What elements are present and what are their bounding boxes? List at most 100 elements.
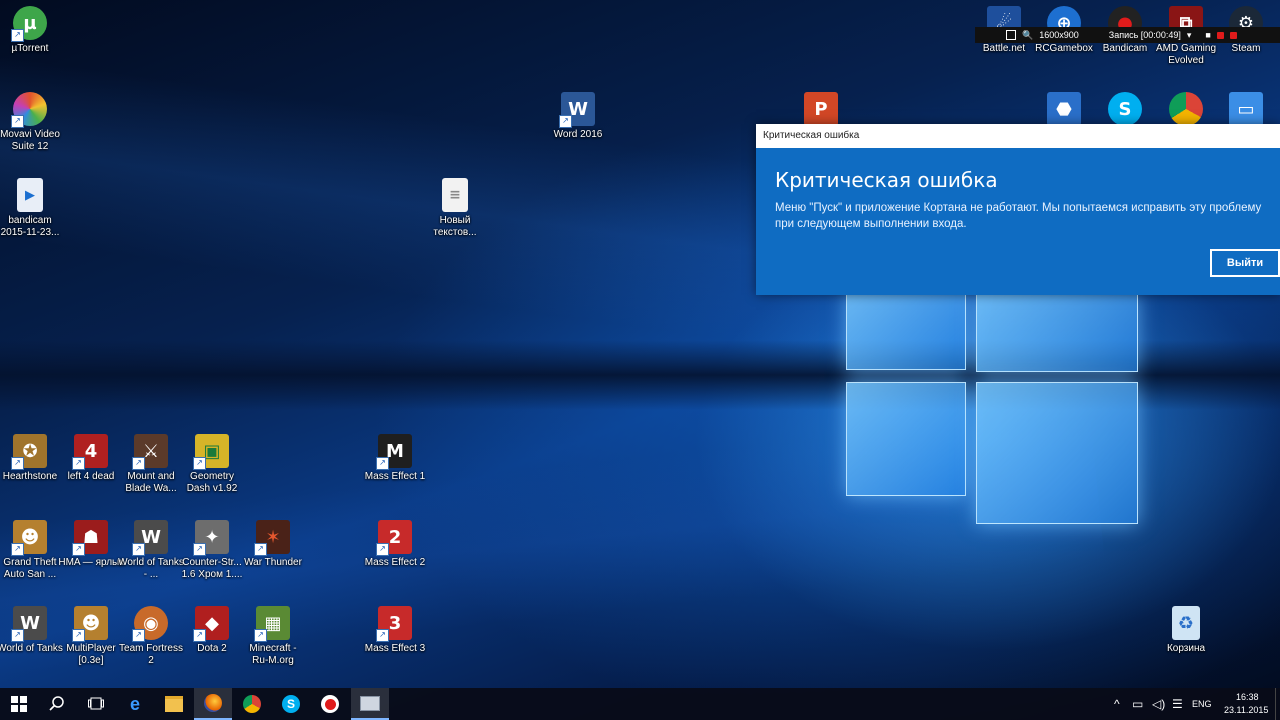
- taskbar: e S ^ ▭ ◁) ☰ ENG 16:38 23.11.2015: [0, 688, 1280, 720]
- icon-label: MultiPlayer [0.3e]: [66, 643, 116, 666]
- recording-resolution: 1600x900: [1039, 30, 1079, 40]
- recording-status: Запись [00:00:49]: [1108, 30, 1181, 40]
- icon-label: World of Tanks - ...: [118, 557, 184, 580]
- icon-label: Bandicam: [1102, 43, 1148, 54]
- icon-label: Minecraft - Ru-M.org: [249, 643, 297, 666]
- desktop-icon-mass-effect-3[interactable]: 3 ↗ Mass Effect 3: [362, 606, 428, 655]
- icon-label: Mass Effect 2: [364, 557, 426, 568]
- mass-effect-2-icon: 2 ↗: [376, 520, 412, 556]
- taskbar-skype[interactable]: S: [272, 688, 310, 720]
- windows-logo: [843, 290, 1139, 530]
- volume-icon[interactable]: ◁): [1152, 697, 1165, 711]
- desktop-icon-movavi[interactable]: ↗ Movavi Video Suite 12: [0, 92, 63, 153]
- icon-label: Новый текстов...: [433, 215, 477, 238]
- hitman-icon: ☗ ↗: [72, 520, 108, 556]
- pause-icon[interactable]: [1216, 31, 1224, 39]
- desktop-icon-mass-effect-2[interactable]: 2 ↗ Mass Effect 2: [362, 520, 428, 569]
- desktop-icon-utorrent[interactable]: µ ↗ µTorrent: [0, 6, 63, 55]
- desktop-icon-text-file[interactable]: ≡ Новый текстов...: [422, 178, 488, 239]
- desktop-icon-hearthstone[interactable]: ✪ ↗ Hearthstone: [0, 434, 63, 483]
- desktop-icon-mass-effect-1[interactable]: M ↗ Mass Effect 1: [362, 434, 428, 483]
- desktop-icon-word[interactable]: W ↗ Word 2016: [545, 92, 611, 141]
- desktop-icon-team-fortress-2[interactable]: ◉ ↗ Team Fortress 2: [118, 606, 184, 667]
- window-mode-icon[interactable]: [1006, 30, 1016, 40]
- world-of-tanks-icon: W ↗: [11, 606, 47, 642]
- app-icon: ⬣: [1047, 92, 1081, 126]
- desktop-icon-bandicam-video[interactable]: ▶ bandicam 2015-11-23...: [0, 178, 63, 239]
- sign-out-button[interactable]: Выйти: [1210, 249, 1280, 277]
- computer-icon: ▭: [1229, 92, 1263, 126]
- desktop-icon-world-of-tanks[interactable]: W ↗ World of Tanks: [0, 606, 63, 655]
- camera-icon[interactable]: ■: [1205, 30, 1210, 40]
- chrome-icon: [243, 695, 261, 713]
- show-desktop-button[interactable]: [1275, 688, 1280, 720]
- taskbar-bandicam[interactable]: [311, 688, 349, 720]
- recording-toolbar: 🔍 1600x900 Запись [00:00:49] ▾ ■: [975, 27, 1280, 43]
- recycle-bin-icon: ♻: [1172, 606, 1200, 640]
- clock-time[interactable]: 16:38: [1236, 692, 1259, 702]
- desktop-icon-multiplayer[interactable]: ☻ ↗ MultiPlayer [0.3e]: [58, 606, 124, 667]
- icon-label: HMA — ярлык: [58, 557, 124, 568]
- task-view-icon: [88, 697, 104, 710]
- left4dead-icon: 4 ↗: [72, 434, 108, 470]
- mass-effect-1-icon: M ↗: [376, 434, 412, 470]
- war-thunder-icon: ✶ ↗: [254, 520, 290, 556]
- taskbar-app[interactable]: [351, 688, 389, 720]
- dropdown-icon[interactable]: ▾: [1187, 30, 1192, 41]
- network-icon[interactable]: ▭: [1132, 697, 1143, 711]
- folder-icon: [165, 696, 183, 712]
- icon-label: Mass Effect 1: [364, 471, 426, 482]
- taskbar-edge[interactable]: e: [116, 688, 154, 720]
- icon-label: Mount and Blade Wa...: [125, 471, 177, 494]
- icon-label: Dota 2: [197, 643, 227, 654]
- dialog-message: Меню "Пуск" и приложение Кортана не рабо…: [775, 202, 1262, 230]
- desktop-icon-gta-sa[interactable]: ☻ ↗ Grand Theft Auto San ...: [0, 520, 63, 581]
- multiplayer-icon: ☻ ↗: [72, 606, 108, 642]
- desktop-icon-mount-blade[interactable]: ⚔ ↗ Mount and Blade Wa...: [118, 434, 184, 495]
- world-of-tanks-icon: W ↗: [132, 520, 168, 556]
- desktop-icon-counter-strike[interactable]: ✦ ↗ Counter-Str... 1.6 Хром 1....: [179, 520, 245, 581]
- taskbar-firefox[interactable]: [194, 688, 232, 720]
- task-view-button[interactable]: [77, 688, 115, 720]
- desktop-icon-hma[interactable]: ☗ ↗ HMA — ярлык: [58, 520, 124, 569]
- search-button[interactable]: [38, 688, 76, 720]
- taskbar-chrome[interactable]: [233, 688, 271, 720]
- team-fortress-icon: ◉ ↗: [132, 606, 168, 642]
- start-button[interactable]: [0, 688, 38, 720]
- dota-icon: ◆ ↗: [193, 606, 229, 642]
- window-icon: [360, 695, 380, 711]
- notifications-icon[interactable]: ☰: [1172, 697, 1183, 711]
- icon-label: Hearthstone: [2, 471, 58, 482]
- mount-blade-icon: ⚔ ↗: [132, 434, 168, 470]
- desktop-icon-world-of-tanks-2[interactable]: W ↗ World of Tanks - ...: [118, 520, 184, 581]
- text-file-icon: ≡: [442, 178, 468, 212]
- search-icon[interactable]: 🔍: [1022, 30, 1033, 41]
- language-indicator[interactable]: ENG: [1192, 699, 1212, 709]
- icon-label: Counter-Str... 1.6 Хром 1....: [181, 557, 243, 580]
- firefox-icon: [204, 694, 222, 712]
- hearthstone-icon: ✪ ↗: [11, 434, 47, 470]
- icon-label: War Thunder: [244, 557, 302, 568]
- icon-label: Корзина: [1166, 643, 1206, 654]
- clock-date[interactable]: 23.11.2015: [1224, 705, 1268, 715]
- icon-label: left 4 dead: [67, 471, 115, 482]
- desktop-icon-minecraft[interactable]: ▦ ↗ Minecraft - Ru-M.org: [240, 606, 306, 667]
- search-icon: [49, 696, 64, 711]
- windows-start-icon: [11, 696, 27, 712]
- desktop-icon-left4dead[interactable]: 4 ↗ left 4 dead: [58, 434, 124, 483]
- utorrent-icon: µ ↗: [11, 6, 47, 42]
- desktop-icon-war-thunder[interactable]: ✶ ↗ War Thunder: [240, 520, 306, 569]
- edge-icon: e: [129, 693, 140, 714]
- desktop-icon-dota-2[interactable]: ◆ ↗ Dota 2: [179, 606, 245, 655]
- taskbar-explorer[interactable]: [155, 688, 193, 720]
- desktop-icon-recycle-bin[interactable]: ♻ Корзина: [1153, 606, 1219, 655]
- minecraft-icon: ▦ ↗: [254, 606, 290, 642]
- stop-icon[interactable]: [1229, 31, 1237, 39]
- mass-effect-3-icon: 3 ↗: [376, 606, 412, 642]
- counter-strike-icon: ✦ ↗: [193, 520, 229, 556]
- bandicam-record-icon: [321, 695, 339, 713]
- show-hidden-icons-icon[interactable]: ^: [1114, 697, 1120, 711]
- icon-label: Word 2016: [553, 129, 603, 140]
- desktop-icon-geometry-dash[interactable]: ▣ ↗ Geometry Dash v1.92: [179, 434, 245, 495]
- chrome-icon: [1169, 92, 1203, 126]
